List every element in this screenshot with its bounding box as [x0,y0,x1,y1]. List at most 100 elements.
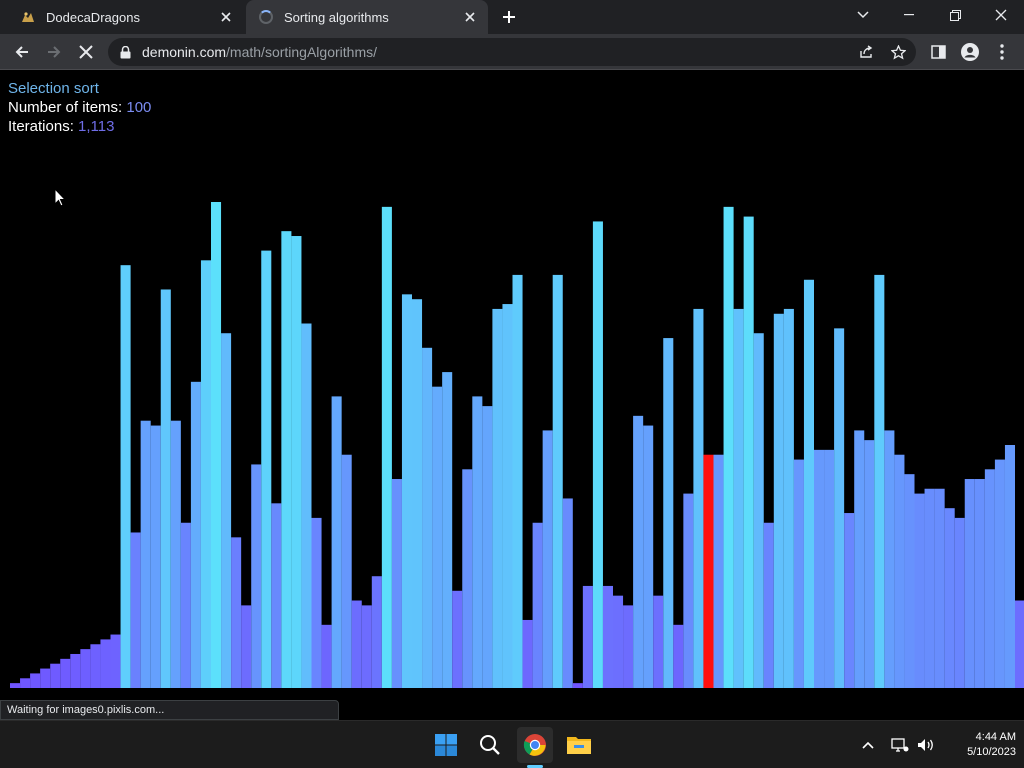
sort-info-panel: Selection sort Number of items: 100 Iter… [8,79,151,136]
bar [140,420,151,688]
bar [984,469,995,688]
bar [994,459,1005,688]
items-value: 100 [126,99,152,116]
profile-button[interactable] [956,38,984,66]
network-button[interactable] [888,733,912,757]
bar [653,595,664,688]
side-panel-button[interactable] [924,38,952,66]
bar [472,396,483,688]
bar [221,333,232,688]
close-tab-icon[interactable] [460,7,480,27]
bar [40,668,51,688]
bar [251,464,262,688]
clock-date: 5/10/2023 [967,746,1016,758]
status-bubble: Waiting for images0.pixlis.com... [0,700,339,720]
bar [753,333,764,688]
share-icon[interactable] [852,38,880,66]
bar [934,488,945,688]
bar [120,265,131,688]
bar [673,624,684,688]
bar [532,522,543,688]
bar [452,590,463,688]
bar [974,479,985,688]
bar [180,522,191,688]
show-hidden-icons-button[interactable] [856,733,880,757]
bar [432,386,443,688]
volume-button[interactable] [914,733,938,757]
bar [824,449,835,688]
tab-sorting-algorithms[interactable]: Sorting algorithms [246,0,488,34]
bar [241,605,252,688]
bar [200,260,211,688]
side-panel-icon [930,45,946,59]
tab-dodecadragons[interactable]: DodecaDragons [8,0,244,34]
address-bar[interactable]: demonin.com/math/sortingAlgorithms/ [108,38,916,66]
speaker-icon [918,739,933,751]
bar [582,585,593,688]
bar [341,454,352,688]
algorithm-name: Selection sort [8,80,99,97]
bar [954,517,965,688]
stop-icon [79,45,93,59]
bar [572,683,583,688]
sorting-bar-chart [10,202,1024,689]
taskbar-search-button[interactable] [472,727,508,763]
bar [562,498,573,688]
bar [351,600,362,688]
menu-button[interactable] [988,38,1016,66]
close-window-button[interactable] [978,0,1024,30]
back-button[interactable] [8,38,36,66]
bar [80,649,91,688]
bar [412,299,423,688]
bar [442,372,453,688]
taskbar-file-explorer-button[interactable] [561,727,597,763]
bookmark-star-icon[interactable] [884,38,912,66]
forward-arrow-icon [48,46,61,58]
bar [231,537,242,688]
bar [170,420,181,688]
bar [502,304,513,688]
bar [884,430,895,688]
bar [613,595,624,688]
bar [864,440,875,688]
bar [773,313,784,688]
windows-start-icon [435,734,457,756]
profile-avatar-icon [961,43,979,61]
bar [623,605,634,688]
restore-button[interactable] [932,0,978,30]
bar [361,605,372,688]
stop-loading-button[interactable] [72,38,100,66]
forward-button[interactable] [40,38,68,66]
bar [834,328,845,688]
system-clock[interactable]: 4:44 AM 5/10/2023 [940,730,1016,760]
bar [723,206,734,689]
minimize-button[interactable] [886,0,932,30]
tab-title: Sorting algorithms [284,9,389,25]
bar [422,347,433,688]
bar [713,454,724,688]
bar [150,425,161,688]
new-tab-button[interactable] [496,5,522,29]
page-content: Selection sort Number of items: 100 Iter… [0,70,1024,720]
bar [914,493,925,688]
bar [211,202,222,688]
bar [894,454,905,688]
bar [130,532,141,688]
lock-icon [118,45,132,59]
mouse-cursor-icon [54,188,66,207]
bar [924,488,935,688]
iterations-value: 1,113 [78,118,115,135]
url-domain: demonin.com [142,44,227,60]
start-button[interactable] [428,727,464,763]
restore-icon [949,9,961,21]
bar [160,289,171,688]
bar [30,673,41,688]
taskbar-chrome-button[interactable] [517,727,553,763]
tab-search-button[interactable] [840,0,886,30]
network-icon [891,738,909,752]
back-arrow-icon [15,46,28,58]
bar [20,678,31,688]
bar [371,576,382,688]
close-tab-icon[interactable] [216,7,236,27]
kebab-menu-icon [1000,44,1004,60]
